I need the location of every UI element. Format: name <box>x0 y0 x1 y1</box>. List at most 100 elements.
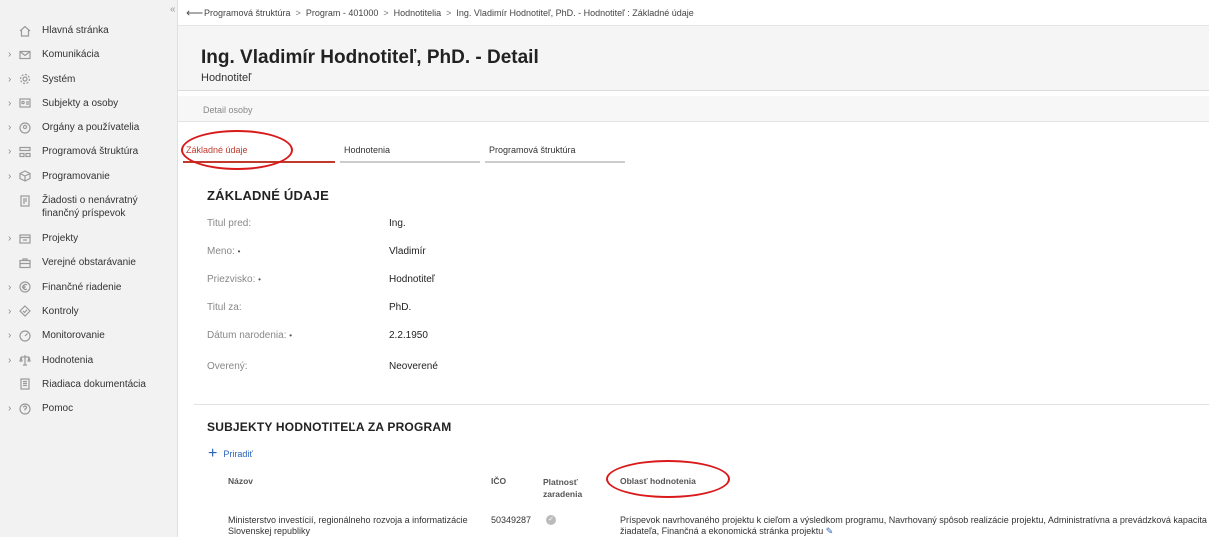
home-icon <box>18 24 32 37</box>
field-value: 2.2.1950 <box>389 330 428 341</box>
diamond-check-icon <box>18 305 32 318</box>
column-header-name[interactable]: Názov <box>228 476 253 486</box>
field-label: Priezvisko: • <box>207 274 261 285</box>
assign-button-label: Priradiť <box>223 449 253 459</box>
document-icon <box>18 378 32 391</box>
structure-icon <box>18 145 32 158</box>
envelope-icon <box>18 48 32 61</box>
required-marker: • <box>258 275 261 284</box>
field-value: PhD. <box>389 302 412 313</box>
section-heading: SUBJEKTY HODNOTITEĽA ZA PROGRAM <box>207 420 452 434</box>
chevron-right-icon: › <box>8 281 12 293</box>
required-marker: • <box>237 247 241 256</box>
sidebar-item-label: Systém <box>42 73 76 85</box>
sidebar-item-subjects[interactable]: › Subjekty a osoby <box>0 97 178 121</box>
column-header-area[interactable]: Oblasť hodnotenia <box>620 476 696 486</box>
chevron-right-icon: › <box>8 354 12 366</box>
sidebar-item-evaluations[interactable]: › Hodnotenia <box>0 354 178 378</box>
sidebar-item-label: Programová štruktúra <box>42 146 139 158</box>
sidebar-item-label: Komunikácia <box>42 49 100 61</box>
chevron-right-icon: › <box>8 49 12 61</box>
field-label: Titul pred: <box>207 218 252 229</box>
sidebar-item-projects[interactable]: › Projekty <box>0 232 178 256</box>
chevron-right-icon: › <box>8 233 12 245</box>
sidebar-item-label: Hlavná stránka <box>42 25 109 36</box>
sidebar-item-label: Hodnotenia <box>42 354 94 366</box>
sidebar-item-programming[interactable]: › Programovanie <box>0 170 178 194</box>
sidebar-item-finance[interactable]: › Finančné riadenie <box>0 281 178 305</box>
page-title: Ing. Vladimír Hodnotiteľ, PhD. - Detail <box>201 47 539 68</box>
help-icon <box>18 402 32 415</box>
euro-icon <box>18 281 32 294</box>
gear-icon <box>18 73 32 86</box>
chevron-right-icon: › <box>8 146 12 158</box>
field-label: Meno: • <box>207 246 241 257</box>
scales-icon <box>18 354 32 367</box>
section-heading: ZÁKLADNÉ ÚDAJE <box>207 188 329 203</box>
field-value: Ing. <box>389 218 406 229</box>
sidebar-item-organs-users[interactable]: › Orgány a používatelia <box>0 121 178 145</box>
pencil-icon[interactable]: ✎ <box>826 526 834 536</box>
sidebar-item-label: Verejné obstarávanie <box>42 257 136 269</box>
chevron-right-icon: › <box>8 97 12 109</box>
breadcrumb-separator: > <box>295 7 301 18</box>
chevron-right-icon: › <box>8 330 12 342</box>
cell-area: Príspevok navrhovaného projektu k cieľom… <box>620 515 1207 536</box>
section-divider <box>194 404 1209 405</box>
check-circle-icon: ✓ <box>546 515 556 525</box>
sidebar-item-label: Finančné riadenie <box>42 281 122 293</box>
chevron-right-icon: › <box>8 305 12 317</box>
breadcrumb-item[interactable]: Programová štruktúra <box>204 8 291 18</box>
sidebar-item-label: Subjekty a osoby <box>42 97 119 109</box>
tab-evaluations[interactable]: Hodnotenia <box>340 143 480 163</box>
sidebar-menu: Hlavná stránka › Komunikácia › Systém › … <box>0 24 178 426</box>
sidebar-item-label: Pomoc <box>42 403 74 415</box>
breadcrumb-separator: > <box>446 7 452 18</box>
sidebar-item-label: Orgány a používatelia <box>42 122 140 134</box>
cell-name: Ministerstvo investícií, regionálneho ro… <box>228 515 468 536</box>
page-header: Ing. Vladimír Hodnotiteľ, PhD. - Detail … <box>178 26 1209 91</box>
application-doc-icon <box>18 194 32 207</box>
required-marker: • <box>289 331 293 340</box>
breadcrumb-item[interactable]: Hodnotitelia <box>394 8 442 18</box>
breadcrumb-item[interactable]: Program - 401000 <box>306 8 379 18</box>
sidebar: « Hlavná stránka › Komunikácia › Systém … <box>0 0 178 537</box>
sidebar-collapse-icon[interactable]: « <box>170 4 176 15</box>
sidebar-item-procurement[interactable]: Verejné obstarávanie <box>0 256 178 280</box>
sidebar-item-applications[interactable]: Žiadosti o nenávratný finančný príspevok <box>0 194 178 232</box>
assign-button[interactable]: + Priradiť <box>208 445 253 462</box>
cell-ico: 50349287 <box>491 515 532 525</box>
user-circle-icon <box>18 121 32 134</box>
sidebar-item-monitoring[interactable]: › Monitorovanie <box>0 329 178 353</box>
breadcrumb-current: Ing. Vladimír Hodnotiteľ, PhD. - Hodnoti… <box>456 7 694 18</box>
page-subtitle: Hodnotiteľ <box>201 72 252 84</box>
field-value: Neoverené <box>389 361 438 372</box>
basic-info-section: ZÁKLADNÉ ÚDAJE Titul pred: Ing. Meno: • … <box>194 188 1209 372</box>
id-card-icon <box>18 97 32 110</box>
tab-program-structure[interactable]: Programová štruktúra <box>485 143 625 163</box>
sidebar-item-controls[interactable]: › Kontroly <box>0 305 178 329</box>
sidebar-item-communication[interactable]: › Komunikácia <box>0 48 178 72</box>
sidebar-item-label: Programovanie <box>42 170 110 182</box>
sidebar-item-program-structure[interactable]: › Programová štruktúra <box>0 145 178 169</box>
folder-icon <box>18 232 32 245</box>
chevron-right-icon: › <box>8 122 12 134</box>
sidebar-item-system[interactable]: › Systém <box>0 73 178 97</box>
column-header-validity[interactable]: Platnosť zaradenia <box>543 476 587 500</box>
section-label-bar: Detail osoby <box>178 96 1209 122</box>
chevron-right-icon: › <box>8 403 12 415</box>
chevron-right-icon: › <box>8 73 12 85</box>
plus-icon: + <box>208 445 218 462</box>
chevron-right-icon: › <box>8 170 12 182</box>
sidebar-item-governing-docs[interactable]: Riadiaca dokumentácia <box>0 378 178 402</box>
sidebar-item-label: Kontroly <box>42 305 79 317</box>
field-label: Titul za: <box>207 302 242 313</box>
back-arrow-icon[interactable]: ⟵ <box>186 6 203 20</box>
field-label: Dátum narodenia: • <box>207 330 293 341</box>
sidebar-item-home[interactable]: Hlavná stránka <box>0 24 178 48</box>
sidebar-item-label: Projekty <box>42 233 79 245</box>
column-header-ico[interactable]: IČO <box>491 476 506 486</box>
sidebar-item-help[interactable]: › Pomoc <box>0 402 178 426</box>
sidebar-item-label: Monitorovanie <box>42 330 105 342</box>
field-value: Vladimír <box>389 246 426 257</box>
